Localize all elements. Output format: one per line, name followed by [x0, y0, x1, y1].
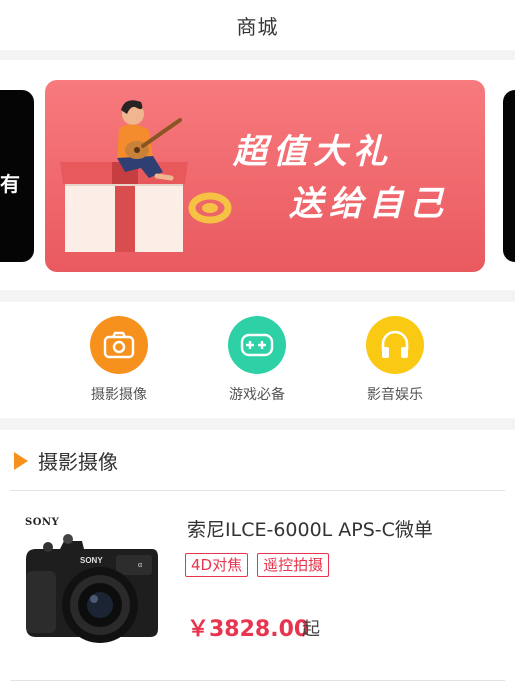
product-tag: 4D对焦	[185, 553, 249, 577]
svg-text:SONY: SONY	[80, 556, 103, 565]
play-arrow-icon	[14, 451, 28, 470]
section-title: 摄影摄像	[38, 450, 118, 474]
category-row: 摄影摄像 游戏必备 影音娱乐	[0, 302, 515, 418]
product-section: 摄影摄像 SONY SONY α 索尼ILCE-6000L APS-C微单 4D…	[0, 430, 515, 688]
category-label: 游戏必备	[229, 387, 285, 403]
product-brand-logo: SONY	[25, 517, 60, 528]
price-suffix: 起	[302, 619, 320, 640]
product-price: ￥3828.00	[187, 617, 310, 642]
banner-slogan-line2: 送给自己	[289, 184, 449, 224]
banner-next-slide[interactable]	[503, 90, 515, 262]
banner-prev-text: 有	[0, 172, 20, 196]
gamepad-icon	[228, 316, 286, 374]
category-label: 影音娱乐	[367, 387, 423, 403]
banner-prev-slide[interactable]: 有	[0, 90, 34, 262]
product-name: 索尼ILCE-6000L APS-C微单	[187, 519, 433, 541]
top-bar: 商城	[0, 0, 515, 50]
product-tag: 遥控拍摄	[257, 553, 330, 577]
svg-text:α: α	[138, 562, 142, 569]
category-label: 摄影摄像	[91, 387, 147, 403]
category-audio-video[interactable]: 影音娱乐	[345, 316, 445, 404]
headphones-icon	[366, 316, 424, 374]
category-gaming[interactable]: 游戏必备	[207, 316, 307, 404]
mall-page: 商城 有 超值大礼 送给自己 摄影摄像 游戏必备 影音娱乐 摄影摄像 SONY …	[0, 0, 515, 688]
product-image: SONY SONY α	[20, 511, 170, 661]
banner-slogan-line1: 超值大礼	[233, 132, 393, 172]
category-photography[interactable]: 摄影摄像	[69, 316, 169, 404]
camera-icon	[90, 316, 148, 374]
section-header: 摄影摄像	[14, 446, 118, 475]
product-card[interactable]: SONY SONY α 索尼ILCE-6000L APS-C微单 4D对焦 遥控…	[0, 491, 515, 679]
banner-carousel[interactable]: 有 超值大礼 送给自己	[0, 60, 515, 290]
product-tags: 4D对焦 遥控拍摄	[185, 553, 330, 577]
banner-main-slide[interactable]: 超值大礼 送给自己	[45, 80, 485, 272]
divider	[10, 680, 505, 681]
page-title: 商城	[236, 14, 279, 39]
